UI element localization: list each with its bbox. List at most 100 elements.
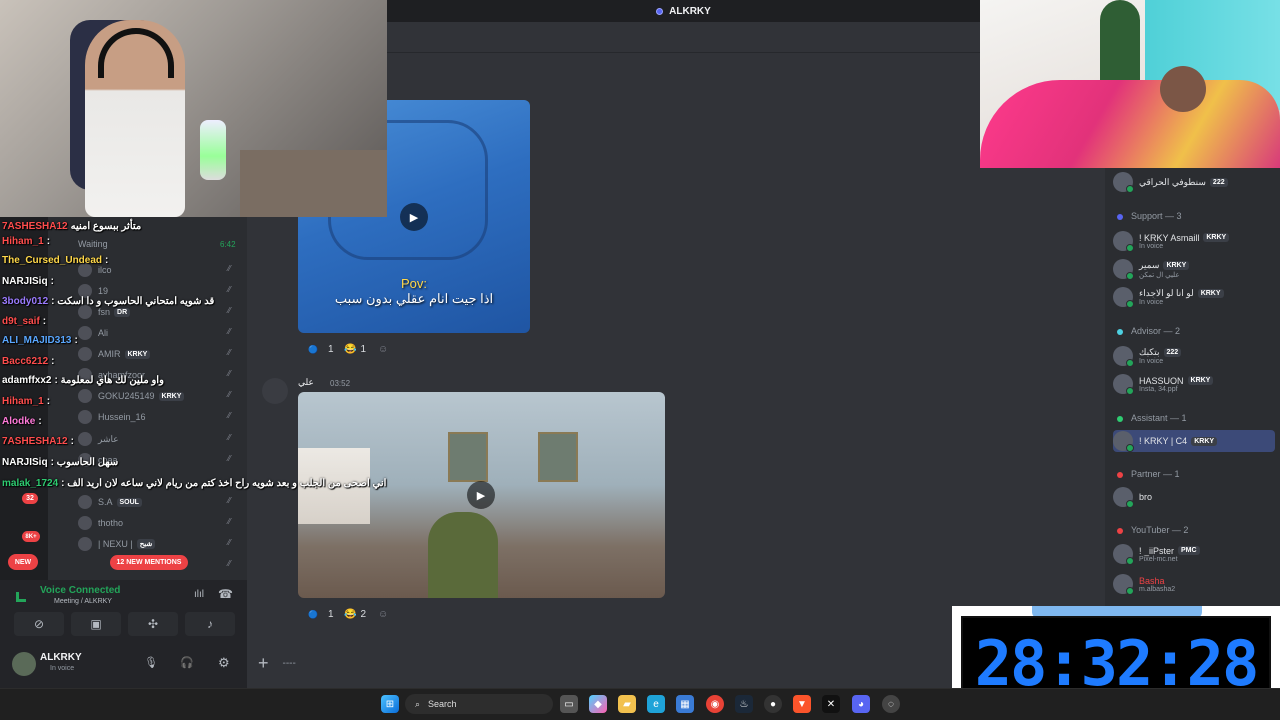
composer-input[interactable]: ---- — [283, 658, 296, 669]
file-explorer-icon[interactable]: ▰ — [618, 695, 636, 713]
role-tag: 222 — [1209, 177, 1228, 187]
screen-share-button[interactable]: ▣ — [71, 612, 121, 636]
message-composer[interactable]: + ---- — [258, 648, 958, 678]
member-row[interactable]: ! KRKY | C4 KRKY — [1113, 430, 1275, 452]
headphones-icon[interactable]: 🎧 — [180, 656, 194, 669]
mic-muted-icon: ⁄⁄ — [228, 559, 231, 568]
reaction-1b[interactable]: 😂 1 — [340, 340, 366, 358]
video-attachment-2[interactable]: ▶ — [298, 392, 665, 598]
play-icon[interactable]: ▶ — [400, 203, 428, 231]
message-2-author[interactable]: علي — [298, 377, 314, 388]
chat-message: Bacc6212: — [2, 352, 55, 370]
chat-message: 7ASHESHA12: — [2, 432, 74, 450]
camera-off-button[interactable]: ⊘ — [14, 612, 64, 636]
chat-username: Alodke — [2, 415, 36, 427]
member-activity: Insta, 34.ppf — [1139, 385, 1178, 393]
discord-taskbar-icon[interactable]: ◕ — [852, 695, 870, 713]
member-avatar — [1113, 431, 1134, 452]
chat-username: Hiham_1 — [2, 235, 44, 247]
member-avatar — [1113, 487, 1134, 508]
chat-text: : اني اصحى من الجلب و بعد شويه راح اخذ ك… — [61, 477, 387, 489]
new-badge[interactable]: NEW — [8, 554, 38, 570]
taskbar-search[interactable]: ⌕ Search — [405, 694, 553, 714]
chat-username: Bacc6212 — [2, 355, 49, 367]
mic-muted-icon: ⁄⁄ — [228, 433, 231, 442]
chat-message: The_Cursed_Undead: — [2, 251, 108, 269]
role-header: Partner — 1 — [1117, 469, 1180, 479]
streamer-webcam — [0, 0, 387, 217]
add-reaction-icon[interactable]: ☺ — [378, 605, 388, 623]
member-row[interactable]: Basha m.albasha2 — [1113, 573, 1273, 595]
gear-icon[interactable]: ⚙ — [218, 655, 230, 671]
mic-muted-icon: ⁄⁄ — [228, 369, 231, 378]
chat-text: : سهل الحاسوب — [50, 456, 119, 468]
voice-user[interactable]: | NEXU | شبح — [78, 537, 156, 551]
search-label: Search — [428, 699, 457, 709]
member-row[interactable]: HASSUON KRKY Insta, 34.ppf — [1113, 373, 1273, 395]
member-row[interactable]: بتكبك 222 In voice — [1113, 345, 1273, 367]
chat-text: : — [105, 254, 109, 266]
disconnect-icon[interactable]: ☎ — [218, 587, 233, 601]
chat-text: : — [51, 355, 55, 367]
member-row[interactable]: لو انا لو الاجداء KRKY In voice — [1113, 286, 1273, 308]
voice-channel-link[interactable]: Meeting / ALKRKY — [54, 598, 112, 605]
chat-message: malak_1724: اني اصحى من الجلب و بعد شويه… — [2, 474, 386, 492]
member-name: bro — [1139, 492, 1153, 502]
chat-message: Hiham_1: — [2, 232, 50, 250]
edge-icon[interactable]: e — [647, 695, 665, 713]
member-row[interactable]: سنطوفي الحراقي 222 — [1113, 171, 1273, 193]
store-icon[interactable]: ▦ — [676, 695, 694, 713]
window-title: ALKRKY — [669, 5, 711, 17]
steam-icon[interactable]: ♨ — [735, 695, 753, 713]
member-name: HASSUON — [1139, 375, 1184, 386]
reaction-count: 2 — [360, 608, 367, 620]
reaction-emoji: 🔵 — [308, 609, 318, 619]
guest-head — [1160, 66, 1206, 112]
soundboard-button[interactable]: ♪ — [185, 612, 235, 636]
mic-muted-icon: ⁄⁄ — [228, 538, 231, 547]
member-row[interactable]: bro — [1113, 486, 1273, 508]
chat-username: 7ASHESHA12 — [2, 220, 68, 232]
reaction-2a[interactable]: 🔵 1 — [304, 605, 334, 623]
member-row[interactable]: سمير KRKY عليي ال تمكن — [1113, 258, 1273, 280]
member-avatar — [1113, 346, 1134, 367]
mic-muted-icon: ⁄⁄ — [228, 264, 231, 273]
member-avatar — [1113, 574, 1134, 595]
windows-taskbar — [0, 688, 1280, 720]
microphone-icon[interactable]: 🎙 — [144, 656, 158, 669]
reaction-2b[interactable]: 😂 2 — [340, 605, 366, 623]
member-row[interactable]: ! _iiPster PMC Pixel-mc.net — [1113, 543, 1273, 565]
new-mentions-pill[interactable]: 12 NEW MENTIONS — [110, 555, 188, 570]
brave-icon[interactable]: ▼ — [793, 695, 811, 713]
stream-chat-overlay: 7ASHESHA12 متأثر ببسوع امنيه Hiham_1: The_C… — [0, 217, 386, 507]
chrome-icon[interactable]: ◉ — [706, 695, 724, 713]
message-2-time: 03:52 — [330, 379, 351, 388]
chat-text: : — [42, 315, 47, 327]
capcut-icon[interactable]: ✕ — [822, 695, 840, 713]
copilot-icon[interactable]: ◆ — [589, 695, 607, 713]
video-frame-character — [428, 512, 498, 598]
voice-user[interactable]: thotho — [78, 516, 123, 530]
activities-button[interactable]: ✣ — [128, 612, 178, 636]
task-view-icon[interactable]: ▭ — [560, 695, 578, 713]
voice-user-name: thotho — [98, 518, 124, 528]
reaction-1a[interactable]: 🔵 1 — [304, 340, 334, 358]
app-icon[interactable]: ◌ — [882, 695, 900, 713]
chat-username: ALI_MAJID313 — [2, 334, 72, 346]
noise-suppression-icon[interactable]: ılıl — [194, 589, 204, 600]
add-reaction-icon[interactable]: ☺ — [378, 340, 388, 358]
reaction-emoji: 😂 — [344, 343, 357, 355]
windows-start-icon[interactable]: ⊞ — [381, 695, 399, 713]
plus-icon[interactable]: + — [258, 653, 269, 674]
member-name: ! KRKY | C4 — [1139, 436, 1188, 446]
member-row[interactable]: ! KRKY Asmaill KRKY In voice — [1113, 230, 1273, 252]
member-name: لو انا لو الاجداء — [1139, 288, 1194, 298]
role-tag: KRKY — [1191, 436, 1218, 446]
member-activity: In voice — [1139, 299, 1164, 306]
user-avatar[interactable] — [12, 652, 36, 676]
play-icon[interactable]: ▶ — [467, 481, 495, 509]
member-list: سنطوفي الحراقي 222 Support — 3! KRKY Asmai… — [1105, 168, 1280, 608]
member-avatar — [1113, 259, 1134, 280]
member-activity: In voice — [1139, 358, 1164, 365]
obs-icon[interactable]: ● — [764, 695, 782, 713]
